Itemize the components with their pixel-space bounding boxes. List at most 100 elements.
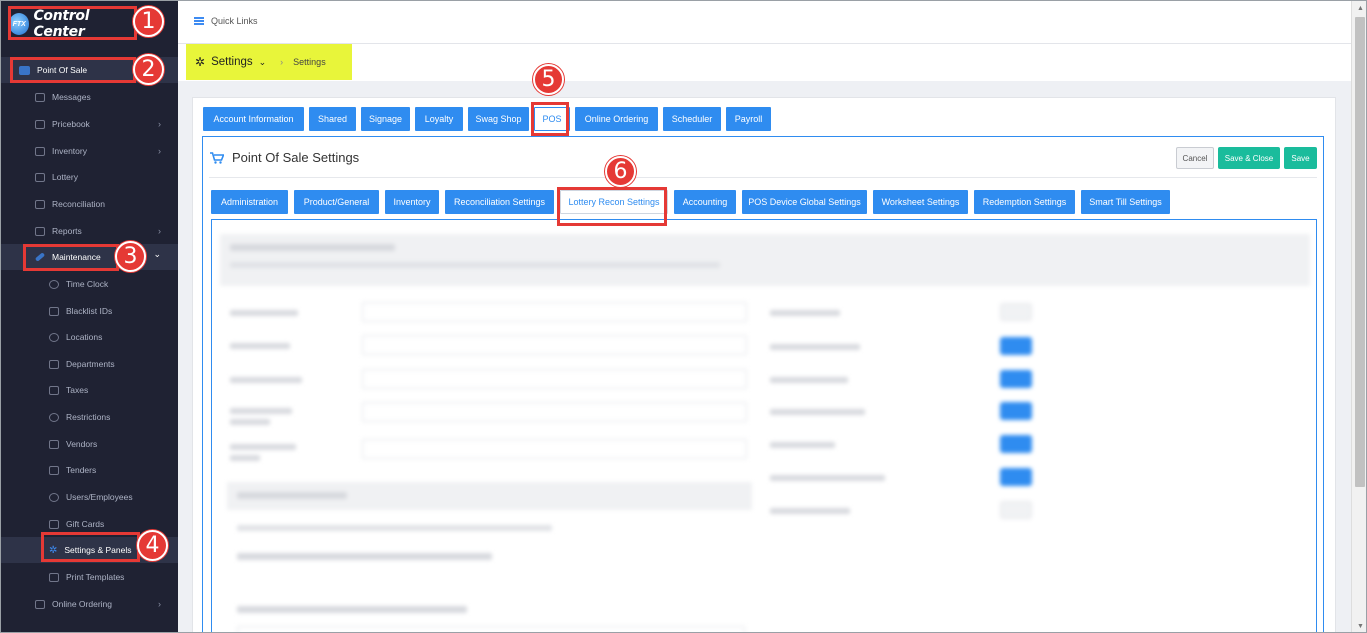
sidebar-subitem-taxes[interactable]: Taxes [1,377,178,403]
gear-icon: ✲ [195,55,206,69]
top-bar: Quick Links [178,1,1351,44]
subtab-administration[interactable]: Administration [211,190,288,214]
clock-icon [49,279,59,289]
lottery-recon-settings-content [211,219,1317,632]
chevron-right-icon: › [158,599,161,609]
app-window: FTX Control Center Point Of Sale Message… [0,0,1367,633]
sidebar-item-reports[interactable]: Reports › [1,218,178,244]
sidebar-subitem-restrictions[interactable]: Restrictions [1,404,178,430]
sidebar-subitem-vendors[interactable]: Vendors [1,431,178,457]
sidebar-item-label: Tenders [66,465,97,475]
sidebar-item-pricebook[interactable]: Pricebook › [1,111,178,137]
subtab-redemption-settings[interactable]: Redemption Settings [974,190,1075,214]
chevron-down-icon: ⌄ [153,249,161,259]
annotation-box-6 [557,187,667,226]
scroll-down-icon[interactable]: ▼ [1357,623,1364,630]
sidebar-item-label: Reports [52,226,82,236]
sidebar-item-messages[interactable]: Messages [1,84,178,110]
reconciliation-icon [35,199,45,209]
sidebar-subitem-print-templates[interactable]: Print Templates [1,564,178,590]
departments-icon [49,359,59,369]
sidebar-item-label: Reconciliation [52,199,105,209]
message-icon [35,92,45,102]
sidebar-item-label: Locations [66,332,103,342]
sidebar-item-label: Online Ordering [52,599,113,609]
tenders-icon [49,465,59,475]
sidebar-item-label: Inventory [52,146,87,156]
sidebar-item-inventory[interactable]: Inventory › [1,138,178,164]
chevron-right-icon: › [158,226,161,236]
subtab-inventory[interactable]: Inventory [385,190,439,214]
annotation-box-2 [10,57,136,83]
printer-icon [49,572,59,582]
annotation-number-2: 2 [133,54,164,85]
sidebar-subitem-tenders[interactable]: Tenders [1,457,178,483]
tab-signage[interactable]: Signage [361,107,410,131]
scrollbar-thumb[interactable] [1355,17,1365,487]
annotation-number-3: 3 [115,241,146,272]
sidebar-subitem-locations[interactable]: Locations [1,324,178,350]
breadcrumb-bar: ✲ Settings ⌄ › Settings [178,44,1351,81]
gift-card-icon [49,519,59,529]
pricebook-icon [35,119,45,129]
sidebar-item-label: Lottery [52,172,78,182]
sidebar-item-label: Pricebook [52,119,90,129]
sidebar-item-label: Restrictions [66,412,111,422]
subtab-smart-till-settings[interactable]: Smart Till Settings [1081,190,1170,214]
users-icon [49,492,59,502]
lottery-icon [35,172,45,182]
breadcrumb: ✲ Settings ⌄ › Settings [186,44,352,80]
tax-icon [49,385,59,395]
sidebar-item-label: Blacklist IDs [66,306,113,316]
vendor-icon [49,439,59,449]
subtab-worksheet-settings[interactable]: Worksheet Settings [873,190,968,214]
sidebar-subitem-blacklist-ids[interactable]: Blacklist IDs [1,298,178,324]
subtab-pos-device-global-settings[interactable]: POS Device Global Settings [742,190,867,214]
tab-scheduler[interactable]: Scheduler [663,107,721,131]
store-icon [35,599,45,609]
divider [209,177,1317,178]
id-card-icon [49,306,59,316]
breadcrumb-title[interactable]: Settings [211,56,253,68]
tab-shared[interactable]: Shared [309,107,356,131]
menu-icon [194,17,204,25]
sidebar-subitem-time-clock[interactable]: Time Clock [1,271,178,297]
reports-icon [35,226,45,236]
annotation-number-4: 4 [137,530,168,561]
tab-account-information[interactable]: Account Information [203,107,304,131]
chevron-right-icon: › [158,119,161,129]
sidebar-subitem-departments[interactable]: Departments [1,351,178,377]
vertical-scrollbar[interactable]: ▲ ▼ [1351,1,1366,632]
annotation-box-4 [41,532,140,562]
sidebar-item-online-ordering[interactable]: Online Ordering › [1,591,178,617]
tab-swag-shop[interactable]: Swag Shop [468,107,529,131]
sidebar-item-label: Messages [52,92,91,102]
sidebar-item-reconciliation[interactable]: Reconciliation [1,191,178,217]
cancel-button[interactable]: Cancel [1176,147,1214,169]
page-title: Point Of Sale Settings [210,150,359,165]
chevron-down-icon[interactable]: ⌄ [259,57,267,68]
save-close-button[interactable]: Save & Close [1218,147,1280,169]
sidebar-subitem-users-employees[interactable]: Users/Employees [1,484,178,510]
subtab-accounting[interactable]: Accounting [674,190,736,214]
tab-online-ordering[interactable]: Online Ordering [575,107,658,131]
sidebar-item-label: Vendors [66,439,98,449]
subtab-product-general[interactable]: Product/General [294,190,379,214]
scroll-up-icon[interactable]: ▲ [1357,5,1364,12]
sidebar-item-label: Users/Employees [66,492,133,502]
sidebar-item-label: Departments [66,359,115,369]
breadcrumb-separator: › [280,57,284,67]
page-title-text: Point Of Sale Settings [232,150,360,165]
annotation-number-5: 5 [533,64,564,95]
quick-links[interactable]: Quick Links [194,16,258,26]
annotation-number-1: 1 [133,6,164,37]
sidebar-item-lottery[interactable]: Lottery [1,164,178,190]
subtab-reconciliation-settings[interactable]: Reconciliation Settings [445,190,554,214]
cart-icon [210,151,224,164]
breadcrumb-current: Settings [293,57,326,67]
tab-payroll[interactable]: Payroll [726,107,771,131]
tab-loyalty[interactable]: Loyalty [415,107,463,131]
inventory-icon [35,146,45,156]
save-button[interactable]: Save [1284,147,1317,169]
annotation-box-5 [531,102,569,136]
